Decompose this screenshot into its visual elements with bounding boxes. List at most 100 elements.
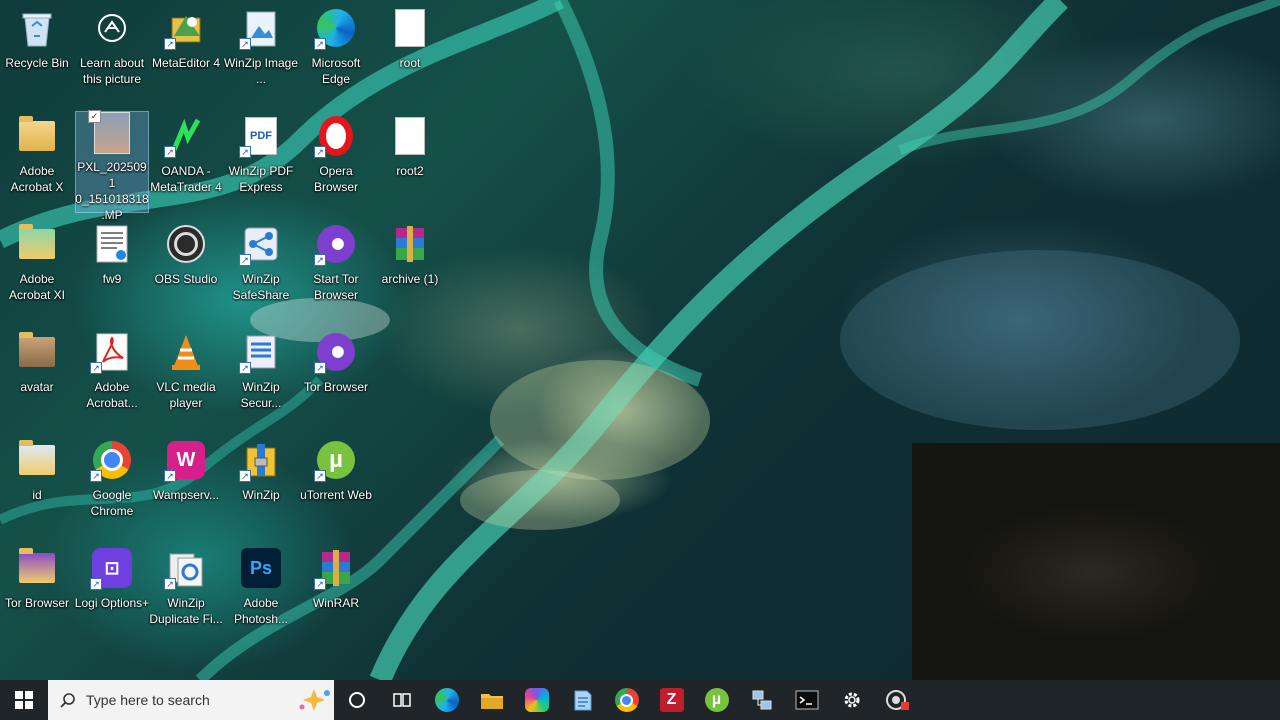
winzip-image-icon: ↗ <box>239 6 283 50</box>
notepad-icon <box>574 690 591 711</box>
taskbar-filezilla[interactable]: Z <box>649 680 694 720</box>
icon-label: WinZip Secur... <box>240 380 282 410</box>
desktop-icon-id[interactable]: id <box>1 438 73 503</box>
photoshop-icon: Ps <box>239 546 283 590</box>
desktop-icon-opera[interactable]: ↗ Opera Browser <box>300 114 372 195</box>
desktop-icon-adobe-acrobat[interactable]: ↗ Adobe Acrobat... <box>76 330 148 411</box>
metaeditor-icon: ↗ <box>164 6 208 50</box>
icon-label: Microsoft Edge <box>311 56 361 86</box>
vlc-icon <box>164 330 208 374</box>
filezilla-icon: Z <box>659 688 684 712</box>
icon-label: Learn about this picture <box>79 56 145 86</box>
desktop-icon-obs-studio[interactable]: OBS Studio <box>150 222 222 287</box>
winrar-icon: ↗ <box>314 546 358 590</box>
icon-label: Adobe Photosh... <box>233 596 289 626</box>
desktop-icon-winzip[interactable]: ↗ WinZip <box>225 438 297 503</box>
metatrader-icon: ↗ <box>164 114 208 158</box>
winzip-icon: ↗ <box>239 438 283 482</box>
tor-icon: ↗ <box>314 222 358 266</box>
taskbar-settings[interactable] <box>829 680 874 720</box>
settings-icon <box>844 692 859 708</box>
logi-icon: ⊡ ↗ <box>90 546 134 590</box>
desktop-icon-adobe-photoshop[interactable]: Ps Adobe Photosh... <box>225 546 297 627</box>
desktop-icon-winrar[interactable]: ↗ WinRAR <box>300 546 372 611</box>
desktop-icon-root2[interactable]: root2 <box>374 114 446 179</box>
icon-label: MetaEditor 4 <box>151 56 221 70</box>
text-file-icon <box>388 114 432 158</box>
icon-label: Google Chrome <box>90 488 134 518</box>
winzip-duplicate-icon: ↗ <box>164 546 208 590</box>
taskbar-search-box[interactable]: Type here to search <box>48 680 334 720</box>
taskbar-notepad[interactable] <box>559 680 604 720</box>
desktop-icon-winzip-pdf-express[interactable]: PDF ↗ WinZip PDF Express <box>225 114 297 195</box>
icon-label: Opera Browser <box>313 164 358 194</box>
icon-label: WinZip Image ... <box>223 56 299 86</box>
chrome-icon: ↗ <box>90 438 134 482</box>
share-icon: ↗ <box>239 222 283 266</box>
start-icon <box>15 691 33 709</box>
desktop-icon-start-tor-browser[interactable]: ↗ Start Tor Browser <box>300 222 372 303</box>
checkbox-icon[interactable]: ✓ <box>88 110 101 123</box>
desktop-icon-logi-options[interactable]: ⊡ ↗ Logi Options+ <box>74 546 150 611</box>
desktop-icon-adobe-acrobat-x[interactable]: Adobe Acrobat X <box>1 114 73 195</box>
taskbar-file-explorer[interactable] <box>469 680 514 720</box>
acrobat-icon: ↗ <box>90 330 134 374</box>
desktop-wallpaper: Recycle Bin Adobe Acrobat X Adobe Acroba… <box>0 0 1280 680</box>
icon-label: Logi Options+ <box>74 596 150 610</box>
winzip-secure-icon: ↗ <box>239 330 283 374</box>
desktop-icon-microsoft-edge[interactable]: ↗ Microsoft Edge <box>300 6 372 87</box>
folder-icon <box>15 222 59 266</box>
taskbar-app[interactable] <box>874 680 919 720</box>
folder-icon <box>15 330 59 374</box>
desktop-icon-avatar[interactable]: avatar <box>1 330 73 395</box>
pdf-icon: PDF ↗ <box>239 114 283 158</box>
utorrent-icon: µ ↗ <box>314 438 358 482</box>
text-file-icon <box>388 6 432 50</box>
desktop-icon-winzip-secure[interactable]: ↗ WinZip Secur... <box>225 330 297 411</box>
taskbar-terminal[interactable] <box>784 680 829 720</box>
icon-label: root2 <box>396 164 424 178</box>
icon-label: archive (1) <box>381 272 439 286</box>
desktop-icon-fw9[interactable]: fw9 <box>76 222 148 287</box>
desktop-icon-oanda-metatrader[interactable]: ↗ OANDA - MetaTrader 4 <box>150 114 222 195</box>
desktop-icon-wampserver[interactable]: W ↗ Wampserv... <box>150 438 222 503</box>
icon-label: WinZip Duplicate Fi... <box>149 596 223 626</box>
desktop-icon-metaeditor[interactable]: ↗ MetaEditor 4 <box>150 6 222 71</box>
icon-label: Recycle Bin <box>5 56 69 70</box>
start-button[interactable] <box>0 680 48 720</box>
task-view-button[interactable] <box>379 680 424 720</box>
icon-label: PXL_2025091 0_151018318 .MP <box>75 160 149 222</box>
file-explorer-icon <box>480 694 503 709</box>
desktop-icon-tor-browser[interactable]: ↗ Tor Browser <box>300 330 372 395</box>
cortana-icon <box>348 692 365 708</box>
icon-label: Start Tor Browser <box>313 272 359 302</box>
desktop-icon-winzip-safeshare[interactable]: ↗ WinZip SafeShare <box>225 222 297 303</box>
desktop-icon-adobe-acrobat-xi[interactable]: Adobe Acrobat XI <box>1 222 73 303</box>
app-icon <box>885 690 909 710</box>
desktop-icon-learn-about-picture[interactable]: Learn about this picture <box>76 6 148 87</box>
taskbar: Type here to search Z µ <box>0 680 1280 720</box>
icon-label: avatar <box>20 380 54 394</box>
desktop-icon-google-chrome[interactable]: ↗ Google Chrome <box>76 438 148 519</box>
desktop-icon-root[interactable]: root <box>374 6 446 71</box>
recycle-bin-icon <box>15 6 59 50</box>
taskbar-copilot[interactable] <box>514 680 559 720</box>
desktop-icon-tor-browser-folder[interactable]: Tor Browser <box>1 546 73 611</box>
icon-label: VLC media player <box>156 380 216 410</box>
desktop-icon-archive[interactable]: archive (1) <box>374 222 446 287</box>
cortana-button[interactable] <box>334 680 379 720</box>
icon-label: Adobe Acrobat... <box>86 380 138 410</box>
taskbar-network-tool[interactable] <box>739 680 784 720</box>
desktop-icon-winzip-image[interactable]: ↗ WinZip Image ... <box>223 6 299 87</box>
icon-label: OANDA - MetaTrader 4 <box>150 164 222 194</box>
copilot-icon <box>524 688 549 712</box>
desktop-icon-utorrent-web[interactable]: µ ↗ uTorrent Web <box>300 438 372 503</box>
desktop-icon-winzip-duplicate[interactable]: ↗ WinZip Duplicate Fi... <box>149 546 223 627</box>
desktop-icon-pxl-video[interactable]: ✓ PXL_2025091 0_151018318 .MP <box>75 110 149 222</box>
taskbar-utorrent[interactable]: µ <box>694 680 739 720</box>
taskbar-chrome[interactable] <box>604 680 649 720</box>
taskbar-edge[interactable] <box>424 680 469 720</box>
desktop-icon-recycle-bin[interactable]: Recycle Bin <box>1 6 73 71</box>
desktop-icon-vlc[interactable]: VLC media player <box>150 330 222 411</box>
icon-label: Tor Browser <box>303 380 368 394</box>
